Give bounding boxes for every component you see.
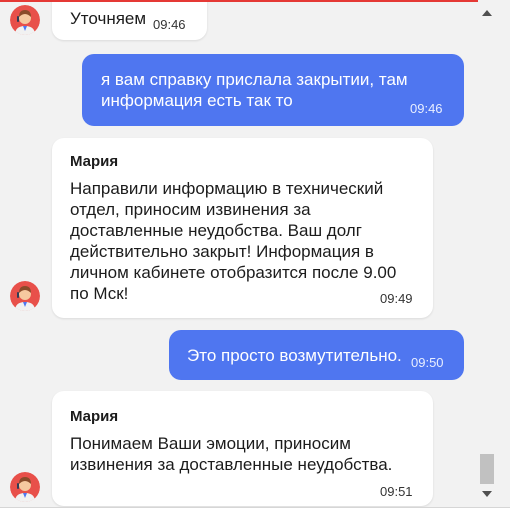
message-text: Уточняем [70, 9, 147, 28]
message-text: Понимаем Ваши эмоции, приносим извинения… [70, 434, 393, 474]
scrollbar-thumb[interactable] [480, 454, 494, 484]
chevron-up-icon[interactable] [482, 10, 492, 16]
message-time: 09:46 [153, 17, 186, 32]
message-text: я вам справку прислала закрытии, там инф… [101, 70, 408, 110]
message-time: 09:50 [411, 355, 444, 370]
sender-name: Мария [70, 408, 119, 425]
message-text: Это просто возмутительно. [187, 346, 402, 365]
bottom-input-area [0, 507, 510, 523]
vertical-scrollbar[interactable] [478, 0, 496, 507]
operator-avatar-icon [10, 5, 40, 35]
operator-avatar-icon [10, 281, 40, 311]
message-time: 09:49 [380, 291, 413, 306]
sender-name: Мария [70, 153, 119, 170]
operator-avatar-icon [10, 472, 40, 502]
message-time: 09:46 [410, 101, 443, 116]
message-bubble-incoming: Мария Направили информацию в технический… [52, 138, 433, 318]
message-bubble-outgoing: Это просто возмутительно. 09:50 [169, 330, 464, 380]
chevron-down-icon[interactable] [482, 491, 492, 497]
message-bubble-incoming: Уточняем 09:46 [52, 2, 207, 40]
chat-message-list[interactable]: Уточняем 09:46 я вам справку прислала за… [0, 2, 478, 507]
message-text: Направили информацию в технический отдел… [70, 179, 397, 303]
message-bubble-incoming: Мария Понимаем Ваши эмоции, приносим изв… [52, 391, 433, 506]
message-bubble-outgoing: я вам справку прислала закрытии, там инф… [82, 54, 464, 126]
message-time: 09:51 [380, 484, 413, 499]
